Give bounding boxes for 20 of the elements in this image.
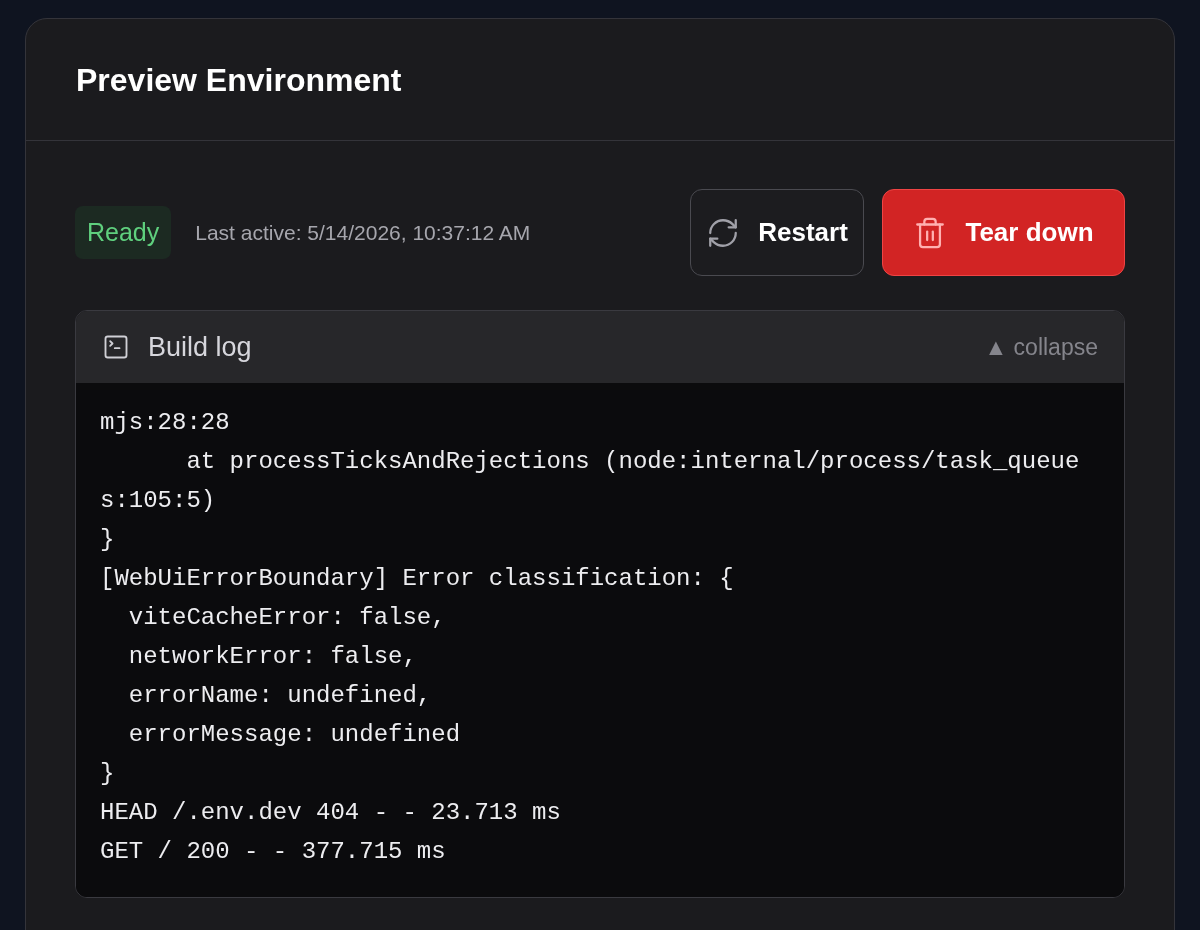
log-line: GET / 200 - - 377.715 ms — [100, 837, 446, 867]
log-line: HEAD /.env.dev 404 - - 23.713 ms — [100, 798, 561, 828]
log-line: s:105:5) — [100, 486, 216, 516]
tear-down-button[interactable]: Tear down — [882, 189, 1125, 276]
restart-button[interactable]: Restart — [690, 189, 864, 276]
collapse-toggle[interactable]: ▲ collapse — [984, 329, 1098, 365]
log-line: errorMessage: undefined — [127, 720, 461, 750]
status-badge: Ready — [75, 205, 172, 260]
log-line: viteCacheError: false, — [127, 603, 446, 633]
log-line: errorName: undefined, — [127, 681, 432, 711]
log-line: [WebUiErrorBoundary] Error classification: { — [100, 564, 734, 594]
card-title: Preview Environment — [76, 60, 402, 100]
log-title: Build log — [148, 330, 252, 364]
log-line: at processTicksAndRejections (node:internal/process/task_queue — [185, 447, 1080, 477]
last-active-text: Last active: 5/14/2026, 10:37:12 AM — [195, 219, 531, 246]
log-line: mjs:28:28 — [100, 408, 230, 438]
log-line: } — [100, 759, 115, 789]
log-line: networkError: false, — [127, 642, 417, 672]
terminal-icon — [102, 333, 130, 361]
log-line: } — [100, 525, 115, 555]
